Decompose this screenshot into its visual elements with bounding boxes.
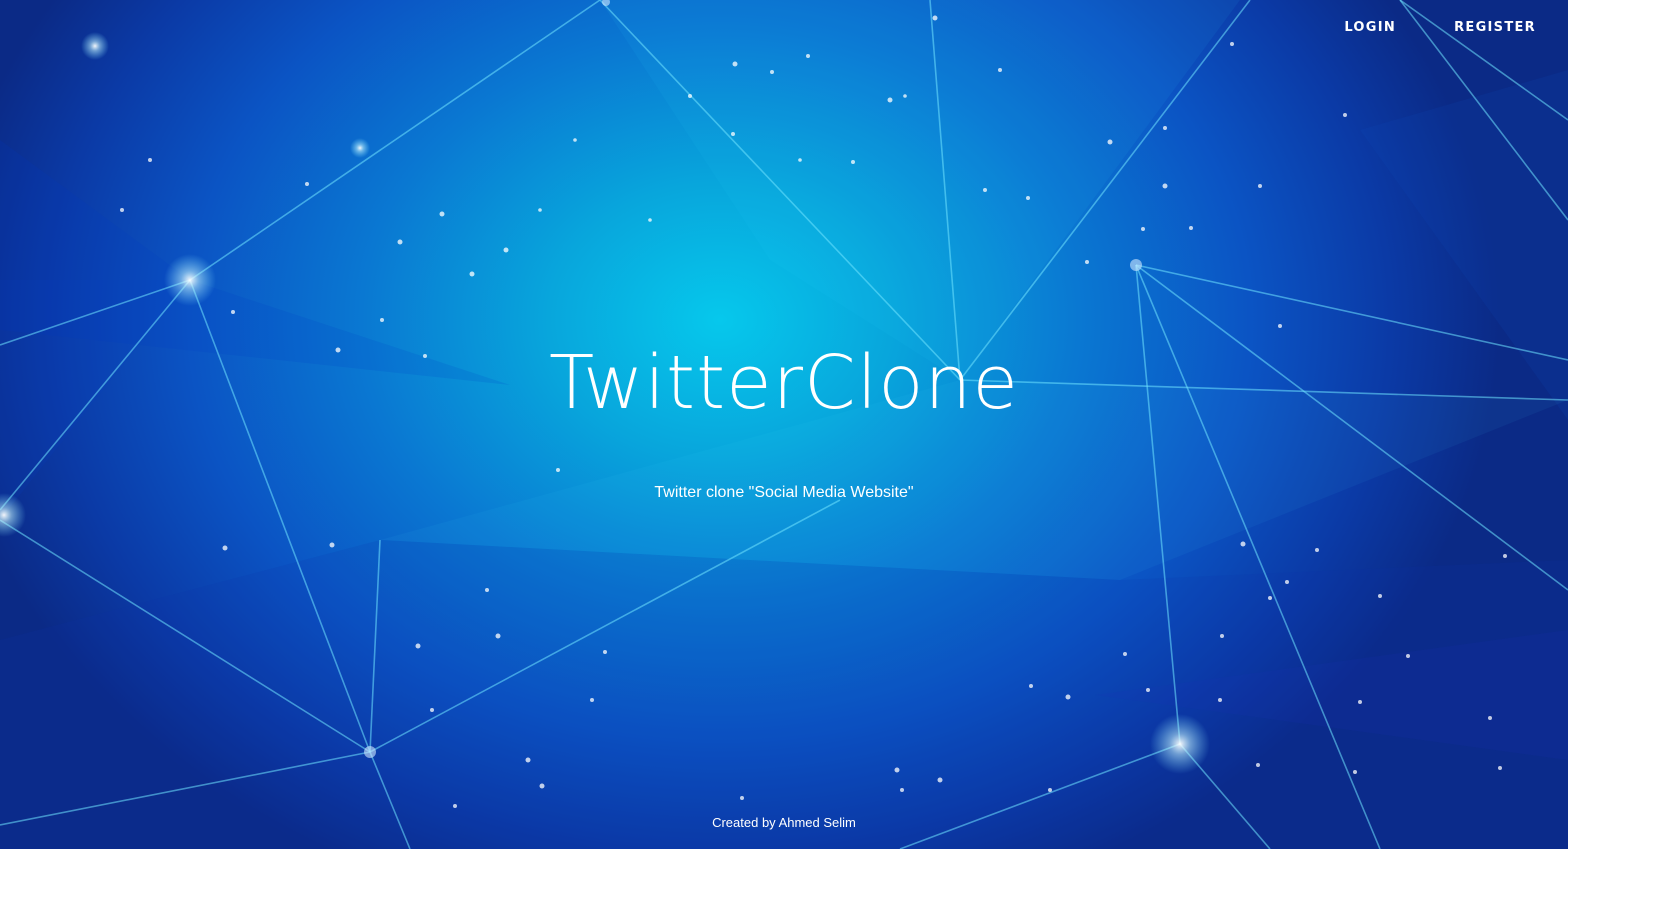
footer-credit: Created by Ahmed Selim <box>712 815 856 830</box>
site-title: TwitterClone <box>549 340 1019 426</box>
page: LOGIN REGISTER TwitterClone Twitter clon… <box>0 0 1679 909</box>
site-tagline: Twitter clone "Social Media Website" <box>654 484 914 501</box>
hero-section: LOGIN REGISTER TwitterClone Twitter clon… <box>0 0 1568 849</box>
login-link[interactable]: LOGIN <box>1340 18 1400 37</box>
register-link[interactable]: REGISTER <box>1450 18 1540 37</box>
top-nav: LOGIN REGISTER <box>1340 18 1540 37</box>
